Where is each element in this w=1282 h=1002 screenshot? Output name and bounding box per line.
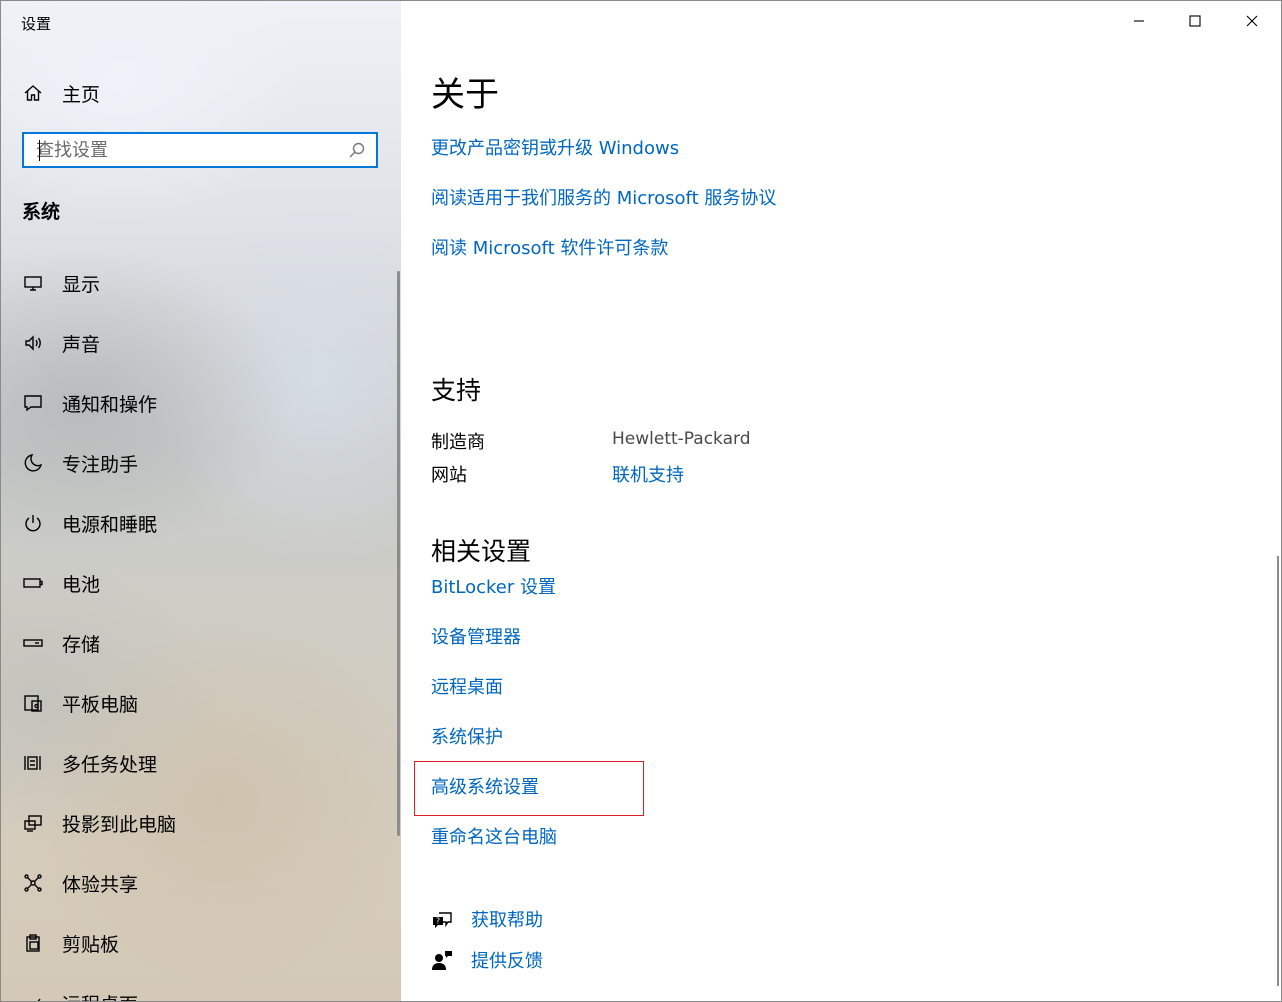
storage-icon <box>22 632 44 654</box>
power-icon <box>22 512 44 534</box>
speaker-icon <box>22 332 44 354</box>
sidebar: 设置 主页 系统 显示 <box>1 1 401 1001</box>
main-content: 关于 更改产品密钥或升级 Windows 阅读适用于我们服务的 Microsof… <box>401 1 1281 1001</box>
sidebar-item-tablet[interactable]: 平板电脑 <box>1 673 399 733</box>
settings-window: 设置 主页 系统 显示 <box>0 0 1282 1002</box>
sidebar-item-remote-desktop[interactable]: 远程桌面 <box>1 973 399 1001</box>
minimize-icon <box>1134 20 1144 22</box>
device-manager-link[interactable]: 设备管理器 <box>431 623 521 649</box>
sidebar-nav-list: 显示 声音 通知和操作 专注助手 电源和睡眠 电池 存储 平板电脑 多任务处理 … <box>1 253 399 1001</box>
rename-pc-link[interactable]: 重命名这台电脑 <box>431 823 557 849</box>
battery-icon <box>22 572 44 594</box>
text-caret <box>39 140 40 161</box>
sidebar-item-shared-experiences[interactable]: 体验共享 <box>1 853 399 913</box>
close-icon <box>1246 15 1258 27</box>
sidebar-item-label: 主页 <box>62 83 101 106</box>
feedback-label: 提供反馈 <box>471 951 543 972</box>
remote-desktop-icon <box>22 992 44 1001</box>
maximize-button[interactable] <box>1167 1 1223 41</box>
sidebar-item-label: 平板电脑 <box>62 693 139 716</box>
sidebar-item-clipboard[interactable]: 剪贴板 <box>1 913 399 973</box>
sidebar-item-label: 多任务处理 <box>62 753 158 776</box>
system-protection-link[interactable]: 系统保护 <box>431 723 503 749</box>
sidebar-item-storage[interactable]: 存储 <box>1 613 399 673</box>
sidebar-item-label: 存储 <box>62 633 101 656</box>
advanced-system-settings-link[interactable]: 高级系统设置 <box>431 773 539 799</box>
main-scrollbar[interactable] <box>1277 556 1279 986</box>
support-heading: 支持 <box>431 376 482 405</box>
tablet-icon <box>22 692 44 714</box>
remote-desktop-link[interactable]: 远程桌面 <box>431 673 503 699</box>
sidebar-item-focus-assist[interactable]: 专注助手 <box>1 433 399 493</box>
sidebar-item-label: 投影到此电脑 <box>62 813 177 836</box>
moon-icon <box>22 452 44 474</box>
sidebar-item-label: 体验共享 <box>62 873 139 896</box>
svg-text:?: ? <box>435 916 439 925</box>
search-box <box>22 132 378 168</box>
sidebar-item-home[interactable]: 主页 <box>1 73 399 113</box>
manufacturer-label: 制造商 <box>431 432 485 453</box>
multitask-icon <box>22 752 44 774</box>
get-help-link[interactable]: ? 获取帮助 <box>431 904 543 934</box>
home-icon <box>22 82 44 104</box>
monitor-icon <box>22 272 44 294</box>
change-product-key-link[interactable]: 更改产品密钥或升级 Windows <box>431 134 679 160</box>
minimize-button[interactable] <box>1111 1 1167 41</box>
license-terms-link[interactable]: 阅读 Microsoft 软件许可条款 <box>431 234 668 260</box>
share-icon <box>22 872 44 894</box>
page-title: 关于 <box>431 75 499 115</box>
sidebar-item-battery[interactable]: 电池 <box>1 553 399 613</box>
bitlocker-settings-link[interactable]: BitLocker 设置 <box>431 573 556 599</box>
sidebar-item-label: 专注助手 <box>62 453 139 476</box>
service-agreement-link[interactable]: 阅读适用于我们服务的 Microsoft 服务协议 <box>431 184 776 210</box>
online-support-link[interactable]: 联机支持 <box>612 461 684 487</box>
sidebar-item-project-to-pc[interactable]: 投影到此电脑 <box>1 793 399 853</box>
sidebar-item-multitasking[interactable]: 多任务处理 <box>1 733 399 793</box>
sidebar-item-notifications[interactable]: 通知和操作 <box>1 373 399 433</box>
feedback-link[interactable]: 提供反馈 <box>431 945 543 975</box>
sidebar-item-sound[interactable]: 声音 <box>1 313 399 373</box>
sidebar-item-label: 通知和操作 <box>62 393 158 416</box>
website-label: 网站 <box>431 465 467 486</box>
sidebar-item-label: 远程桌面 <box>62 990 138 1002</box>
feedback-icon <box>431 949 453 971</box>
project-icon <box>22 812 44 834</box>
maximize-icon <box>1189 15 1201 27</box>
search-input[interactable] <box>24 134 348 166</box>
sidebar-item-label: 声音 <box>62 333 101 356</box>
search-icon[interactable] <box>348 140 368 160</box>
app-title: 设置 <box>21 15 52 33</box>
sidebar-item-label: 显示 <box>62 273 101 296</box>
close-button[interactable] <box>1224 1 1280 41</box>
section-title: 系统 <box>22 201 61 223</box>
related-settings-heading: 相关设置 <box>431 537 532 566</box>
sidebar-item-label: 剪贴板 <box>62 933 120 956</box>
manufacturer-value: Hewlett-Packard <box>612 429 751 449</box>
sidebar-item-display[interactable]: 显示 <box>1 253 399 313</box>
sidebar-item-power-sleep[interactable]: 电源和睡眠 <box>1 493 399 553</box>
sidebar-item-label: 电源和睡眠 <box>62 513 158 536</box>
get-help-label: 获取帮助 <box>471 910 543 931</box>
clipboard-icon <box>22 932 44 954</box>
sidebar-scrollbar[interactable] <box>397 271 400 836</box>
sidebar-item-label: 电池 <box>62 573 101 596</box>
notification-icon <box>22 392 44 414</box>
chat-help-icon: ? <box>431 908 453 930</box>
